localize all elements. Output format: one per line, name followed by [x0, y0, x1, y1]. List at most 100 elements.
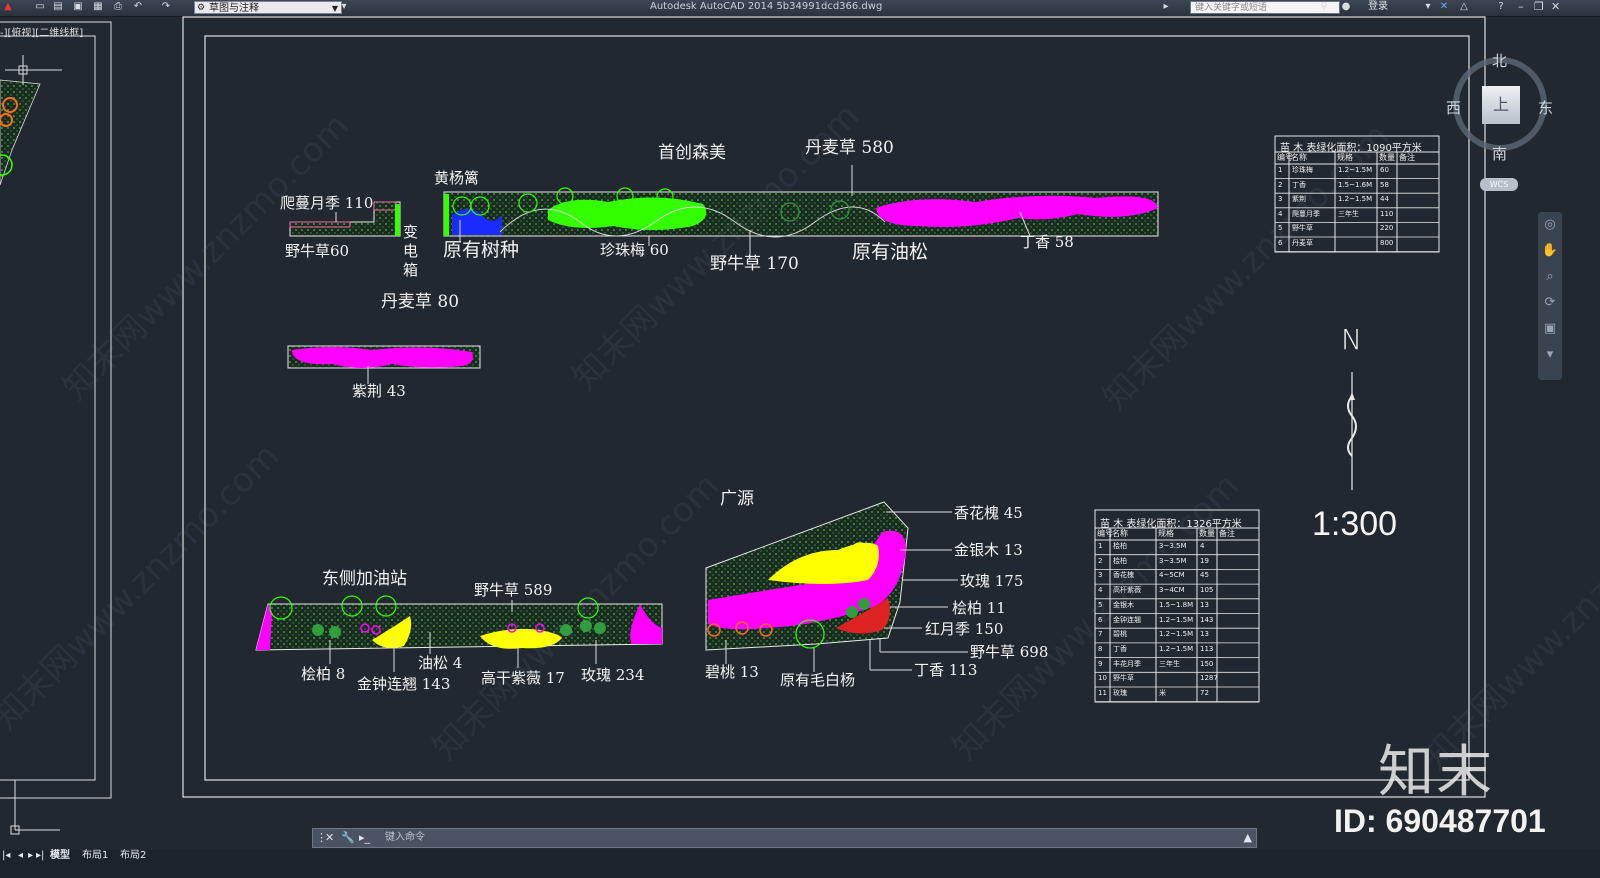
command-line: ⋮ ✕ 🔧 ▸_ 键入命令 ▲ — [312, 828, 1257, 848]
table-cell: 10 — [1098, 674, 1107, 683]
section-title-shouchuang: 首创森美 — [658, 143, 726, 163]
showmotion-icon[interactable]: ▣ — [1538, 316, 1562, 342]
close-icon[interactable]: ✕ — [325, 831, 334, 844]
viewcube-south[interactable]: 南 — [1492, 143, 1507, 164]
label-yousong-4: 油松 4 — [418, 654, 463, 672]
label-zhenzhumei-60: 珍珠梅 60 — [600, 241, 669, 259]
table-cell: 105 — [1200, 586, 1214, 595]
search-arrow-icon[interactable]: ▸ — [1160, 1, 1172, 13]
print-icon[interactable]: ⎙ — [112, 1, 124, 13]
table-cell: 1.2~1.5M — [1159, 644, 1194, 653]
table-cell: 150 — [1200, 659, 1214, 668]
label-danmai-80: 丹麦草 80 — [381, 292, 460, 312]
login-dropdown-icon[interactable]: ▾ — [1422, 1, 1434, 13]
tab-layout2[interactable]: 布局2 — [120, 850, 146, 862]
section-title-gas-station: 东侧加油站 — [322, 569, 407, 589]
table-cell: 丰花月季 — [1113, 659, 1141, 668]
table-cell: 60 — [1380, 166, 1389, 174]
table-header-cell: 名称 — [1112, 529, 1128, 538]
restore-icon[interactable]: ❐ — [1534, 0, 1544, 14]
table-cell: 8 — [1098, 644, 1103, 653]
table-cell: 丁香 — [1113, 644, 1127, 653]
table-cell: 143 — [1200, 615, 1214, 624]
gear-icon: ⚙ — [197, 3, 206, 13]
north-arrow — [1347, 372, 1357, 490]
navigation-bar: ◎ ✋ ⌕ ⟳ ▣ ▾ — [1538, 212, 1562, 380]
table-cell: 45 — [1200, 571, 1209, 580]
save-icon[interactable]: ▣ — [72, 1, 84, 13]
table-cell: 三年生 — [1338, 209, 1359, 218]
label-zijing-43: 紫荆 43 — [352, 382, 406, 400]
tab-nav-prev-icon[interactable]: ◂ — [18, 850, 23, 862]
table-cell: 19 — [1200, 556, 1209, 565]
app-menu-icon[interactable]: ▲ — [2, 1, 14, 13]
table-header-cell: 编号 — [1097, 529, 1113, 538]
title-bar: ▲ ▭ ▤ ▣ ▦ ⎙ ↶ ↷ ⚙ 草图与注释 ▼ ▾ Autodesk Aut… — [0, 0, 1600, 17]
command-prompt-icon[interactable]: ▸_ — [359, 831, 370, 844]
table-cell: 1.2~1.5M — [1159, 630, 1194, 639]
table-cell: 44 — [1380, 195, 1389, 204]
table-cell: 13 — [1200, 630, 1209, 639]
viewcube-east[interactable]: 东 — [1538, 97, 1553, 118]
user-icon[interactable]: ● — [1340, 1, 1352, 13]
table-header-cell: 名称 — [1291, 153, 1307, 162]
open-file-icon[interactable]: ▤ — [52, 1, 64, 13]
viewcube-north[interactable]: 北 — [1492, 50, 1507, 71]
table-cell: 1.5~1.8M — [1159, 600, 1194, 609]
table-cell: 碧桃 — [1113, 630, 1127, 639]
minimize-icon[interactable]: – — [1518, 0, 1524, 14]
label-jinzhong-lianqiao: 金钟连翘 143 — [357, 675, 451, 693]
save-as-icon[interactable]: ▦ — [92, 1, 104, 13]
table-cell: 1287 — [1200, 674, 1218, 683]
tab-nav-next-icon[interactable]: ▸ — [28, 850, 33, 862]
binoculars-icon[interactable]: ⚲ — [1318, 1, 1330, 13]
label-xianghuahuai-45: 香花槐 45 — [954, 504, 1023, 522]
pan-icon[interactable]: ✋ — [1538, 238, 1562, 264]
viewcube-west[interactable]: 西 — [1446, 97, 1461, 118]
tab-nav-first-icon[interactable]: |◂ — [2, 850, 10, 862]
table-cell: 110 — [1380, 209, 1394, 218]
stay-connected-icon[interactable]: △ — [1458, 1, 1470, 13]
layout-tabs-bar: |◂ ◂ ▸ ▸| 模型 布局1 布局2 — [0, 850, 1600, 878]
label-yuanyou-yousong: 原有油松 — [852, 241, 929, 263]
redo-icon[interactable]: ↷ — [160, 1, 172, 13]
table-cell: 1 — [1278, 166, 1283, 174]
label-hongyueji-150: 红月季 150 — [925, 620, 1004, 638]
table-cell: 野牛草 — [1113, 674, 1134, 683]
brand-id: ID: 690487701 — [1334, 803, 1546, 839]
wcs-menu[interactable]: WCS — [1480, 178, 1518, 191]
planting-area-guangyuan — [705, 501, 968, 672]
brand-logo-text: 知末 — [1378, 740, 1494, 805]
table-cell: 3~4CM — [1159, 586, 1185, 595]
workspace-select[interactable]: ⚙ 草图与注释 ▼ — [194, 1, 342, 14]
exchange-icon[interactable]: ✕ — [1438, 1, 1450, 13]
planting-strip-zijing — [287, 345, 481, 384]
viewport-label[interactable]: -][俯视][二维线框] — [0, 24, 83, 39]
scale-ratio: 1:300 — [1312, 505, 1398, 543]
tab-layout1[interactable]: 布局1 — [82, 850, 108, 862]
steering-wheel-icon[interactable]: ◎ — [1538, 212, 1562, 238]
table-cell: 1 — [1098, 542, 1103, 550]
customize-toolbar-icon[interactable]: ▾ — [338, 1, 350, 13]
customize-icon[interactable]: 🔧 — [341, 831, 355, 844]
new-file-icon[interactable]: ▭ — [34, 1, 46, 13]
command-input[interactable]: 键入命令 — [385, 829, 425, 847]
orbit-icon[interactable]: ⟳ — [1538, 290, 1562, 316]
zoom-icon[interactable]: ⌕ — [1538, 264, 1562, 290]
label-yeniu-589: 野牛草 589 — [474, 581, 553, 599]
label-biandian-xiang: 变电箱 — [403, 223, 419, 279]
login-button[interactable]: 登录 — [1368, 0, 1388, 14]
viewcube-top-face[interactable]: 上 — [1482, 86, 1520, 124]
label-bitao-13: 碧桃 13 — [705, 663, 759, 681]
close-icon[interactable]: ✕ — [1551, 0, 1560, 14]
label-dingxiang-113: 丁香 113 — [914, 661, 978, 679]
tab-nav-last-icon[interactable]: ▸| — [36, 850, 44, 862]
undo-icon[interactable]: ↶ — [132, 1, 144, 13]
navbar-menu-icon[interactable]: ▾ — [1538, 342, 1562, 368]
help-icon[interactable]: ? — [1495, 1, 1507, 13]
tab-model[interactable]: 模型 — [50, 850, 70, 862]
table-cell: 2 — [1278, 180, 1283, 189]
table-cell: 113 — [1200, 644, 1214, 653]
label-guibai-11: 桧柏 11 — [952, 599, 1006, 617]
command-history-icon[interactable]: ▲ — [1244, 831, 1252, 844]
